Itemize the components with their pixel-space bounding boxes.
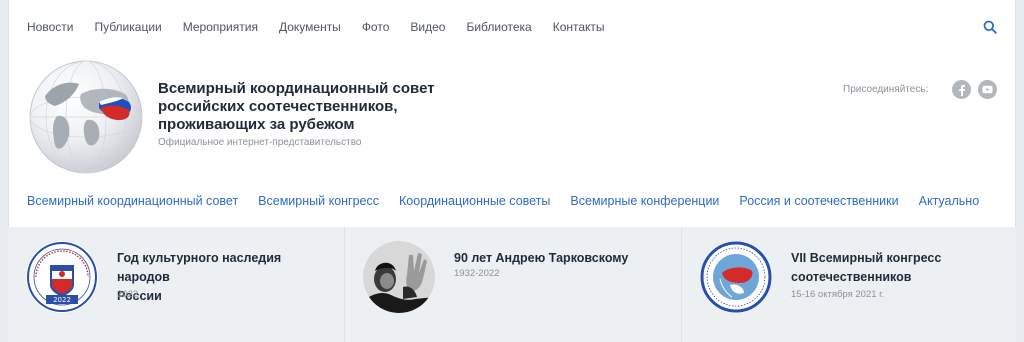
- site-title-line-3: проживающих за рубежом: [158, 116, 355, 133]
- card-title-line-1: Год культурного наследия народов: [117, 251, 282, 284]
- join-label: Присоединяйтесь:: [843, 84, 929, 95]
- mainnav-conferences[interactable]: Всемирные конференции: [570, 193, 719, 209]
- card-title-line-2: соотечественников: [791, 270, 912, 284]
- card-title: 90 лет Андрею Тарковскому: [454, 249, 664, 268]
- card-title-line-1: VII Всемирный конгресс: [791, 251, 942, 265]
- congress-emblem: [700, 241, 772, 313]
- tarkovsky-portrait: [363, 241, 435, 313]
- card-date: 2022: [117, 289, 139, 300]
- feature-cards: 2022 Год культурного наследия народов Ро…: [8, 227, 1016, 342]
- search-icon[interactable]: [983, 20, 997, 34]
- card-date: 15-16 октября 2021 г.: [791, 289, 885, 300]
- feature-card-tarkovsky[interactable]: 90 лет Андрею Тарковскому 1932-2022: [345, 227, 682, 342]
- card-title: Год культурного наследия народов России: [117, 249, 327, 306]
- emblem-year: 2022: [53, 296, 71, 304]
- site-title[interactable]: Всемирный координационный совет российск…: [158, 80, 458, 134]
- site-header: Новости Публикации Мероприятия Документы…: [8, 0, 1016, 227]
- main-navigation: Всемирный координационный совет Всемирны…: [27, 193, 999, 209]
- topnav-documents[interactable]: Документы: [279, 19, 341, 35]
- mainnav-topical[interactable]: Актуально: [919, 193, 980, 209]
- site-title-line-2: российских соотечественников,: [158, 98, 398, 115]
- top-navigation: Новости Публикации Мероприятия Документы…: [27, 19, 626, 35]
- mainnav-russia-compatriots[interactable]: Россия и соотечественники: [739, 193, 898, 209]
- mainnav-congress[interactable]: Всемирный конгресс: [258, 193, 379, 209]
- card-title-line-2: России: [117, 289, 162, 303]
- youtube-icon[interactable]: [978, 80, 997, 99]
- card-title-line-1: 90 лет Андрею Тарковскому: [454, 251, 629, 265]
- mainnav-coordination-councils[interactable]: Координационные советы: [399, 193, 550, 209]
- facebook-icon[interactable]: [952, 80, 971, 99]
- card-date: 1932-2022: [454, 268, 500, 279]
- mainnav-council[interactable]: Всемирный координационный совет: [27, 193, 238, 209]
- topnav-library[interactable]: Библиотека: [466, 19, 531, 35]
- topnav-video[interactable]: Видео: [410, 19, 445, 35]
- topnav-publications[interactable]: Публикации: [94, 19, 161, 35]
- topnav-events[interactable]: Мероприятия: [183, 19, 258, 35]
- globe-logo[interactable]: [27, 58, 145, 176]
- card-title: VII Всемирный конгресс соотечественников: [791, 249, 1001, 287]
- topnav-contacts[interactable]: Контакты: [553, 19, 605, 35]
- cultural-heritage-emblem: 2022: [26, 241, 98, 313]
- site-subtitle: Официальное интернет-представительство: [158, 137, 362, 148]
- feature-card-cultural-heritage[interactable]: 2022 Год культурного наследия народов Ро…: [8, 227, 345, 342]
- feature-card-congress[interactable]: VII Всемирный конгресс соотечественников…: [682, 227, 1016, 342]
- topnav-news[interactable]: Новости: [27, 19, 73, 35]
- site-title-line-1: Всемирный координационный совет: [158, 80, 435, 97]
- topnav-photo[interactable]: Фото: [362, 19, 390, 35]
